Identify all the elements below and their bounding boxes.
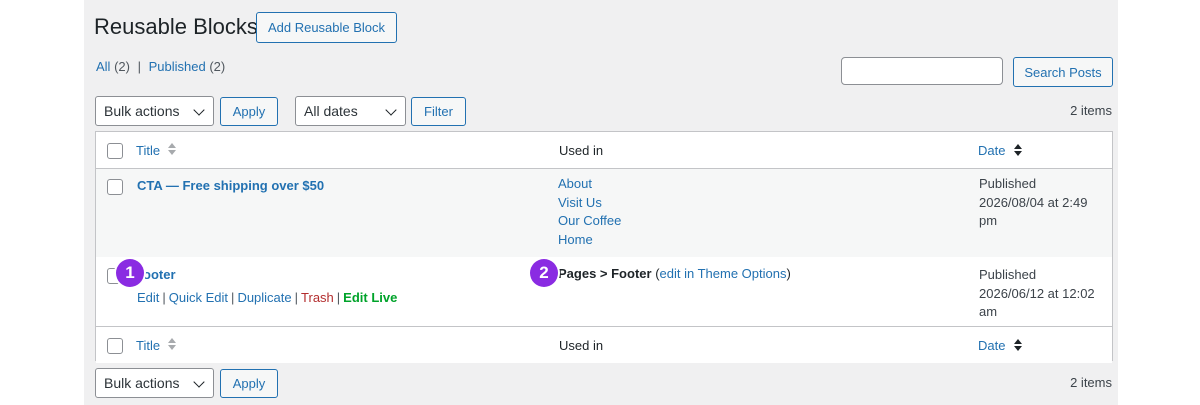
edit-in-theme-options-link[interactable]: edit in Theme Options <box>660 266 787 281</box>
date-value-suffix: pm <box>979 213 998 228</box>
apply-button-top[interactable]: Apply <box>220 97 278 126</box>
duplicate-link[interactable]: Duplicate <box>237 290 291 305</box>
used-in-link-home[interactable]: Home <box>558 231 621 250</box>
table-header: Title Used in Date <box>96 132 1112 169</box>
bulk-actions-select-top[interactable]: Bulk actions <box>95 96 214 126</box>
date-value-suffix: am <box>979 304 998 319</box>
filter-button[interactable]: Filter <box>411 97 466 126</box>
view-all-link[interactable]: All <box>96 59 110 74</box>
view-published-link[interactable]: Published <box>149 59 206 74</box>
date-status: Published <box>979 267 1037 282</box>
edit-link[interactable]: Edit <box>137 290 159 305</box>
dates-select[interactable]: All dates <box>295 96 406 126</box>
apply-button-bottom[interactable]: Apply <box>220 369 278 398</box>
quick-edit-link[interactable]: Quick Edit <box>169 290 228 305</box>
used-in-link-visit-us[interactable]: Visit Us <box>558 194 621 213</box>
items-count-top: 2 items <box>1070 103 1112 118</box>
chevron-down-icon <box>193 104 205 116</box>
view-filters: All (2) | Published (2) <box>96 59 225 74</box>
column-used-in: Used in <box>559 143 604 158</box>
table-row: ooter Edit | Quick Edit | Duplicate | Trash | Ed… <box>96 257 1112 326</box>
edit-live-link[interactable]: Edit Live <box>343 290 397 305</box>
row-date: Published 2026/06/12 at 12:02 am <box>979 266 1099 322</box>
add-reusable-block-button[interactable]: Add Reusable Block <box>256 12 397 43</box>
used-in-link-our-coffee[interactable]: Our Coffee <box>558 212 621 231</box>
date-value: 2026/08/04 at 2:49 <box>979 194 1088 210</box>
view-published-count: (2) <box>209 59 226 74</box>
chevron-down-icon <box>385 104 397 116</box>
view-separator: | <box>137 59 141 74</box>
column-title-sort-footer[interactable]: Title <box>136 338 160 353</box>
date-status: Published <box>979 176 1037 191</box>
bulk-actions-value: Bulk actions <box>104 103 180 119</box>
used-in-link-about[interactable]: About <box>558 175 621 194</box>
chevron-down-icon <box>193 376 205 388</box>
view-all-count: (2) <box>114 59 130 74</box>
items-count-bottom: 2 items <box>1070 375 1112 390</box>
row-checkbox[interactable] <box>107 179 123 195</box>
used-in-location: Pages > Footer <box>558 266 652 281</box>
sort-icon <box>167 143 177 157</box>
used-in-list: About Visit Us Our Coffee Home <box>558 175 621 249</box>
select-all-checkbox[interactable] <box>107 143 123 159</box>
row-title-link[interactable]: CTA — Free shipping over $50 <box>137 178 324 193</box>
page-title: Reusable Blocks <box>94 14 258 39</box>
table-footer: Title Used in Date <box>96 326 1112 363</box>
column-title-sort[interactable]: Title <box>136 143 160 158</box>
bulk-actions-value: Bulk actions <box>104 375 180 391</box>
row-actions: Edit | Quick Edit | Duplicate | Trash | Edit Liv… <box>137 290 398 305</box>
row-title-link[interactable]: ooter <box>143 267 176 282</box>
search-posts-button[interactable]: Search Posts <box>1013 57 1113 87</box>
search-input[interactable] <box>841 57 1003 85</box>
used-in-text: Pages > Footer (edit in Theme Options) <box>558 266 791 281</box>
blocks-table: Title Used in Date CTA — Free shipping o… <box>95 131 1113 363</box>
sort-desc-icon <box>1013 339 1023 353</box>
row-date: Published 2026/08/04 at 2:49 pm <box>979 175 1099 231</box>
sort-desc-icon <box>1013 144 1023 158</box>
trash-link[interactable]: Trash <box>301 290 334 305</box>
sort-icon <box>167 338 177 352</box>
column-date-sort-footer[interactable]: Date <box>978 338 1005 353</box>
column-used-in-footer: Used in <box>559 338 604 353</box>
annotation-badge-1: 1 <box>116 259 144 287</box>
column-date-sort[interactable]: Date <box>978 143 1005 158</box>
annotation-badge-2: 2 <box>530 259 558 287</box>
dates-value: All dates <box>304 103 358 119</box>
table-row: CTA — Free shipping over $50 About Visit… <box>96 169 1112 257</box>
select-all-checkbox-footer[interactable] <box>107 338 123 354</box>
date-value: 2026/06/12 at 12:02 <box>979 285 1095 301</box>
bulk-actions-select-bottom[interactable]: Bulk actions <box>95 368 214 398</box>
